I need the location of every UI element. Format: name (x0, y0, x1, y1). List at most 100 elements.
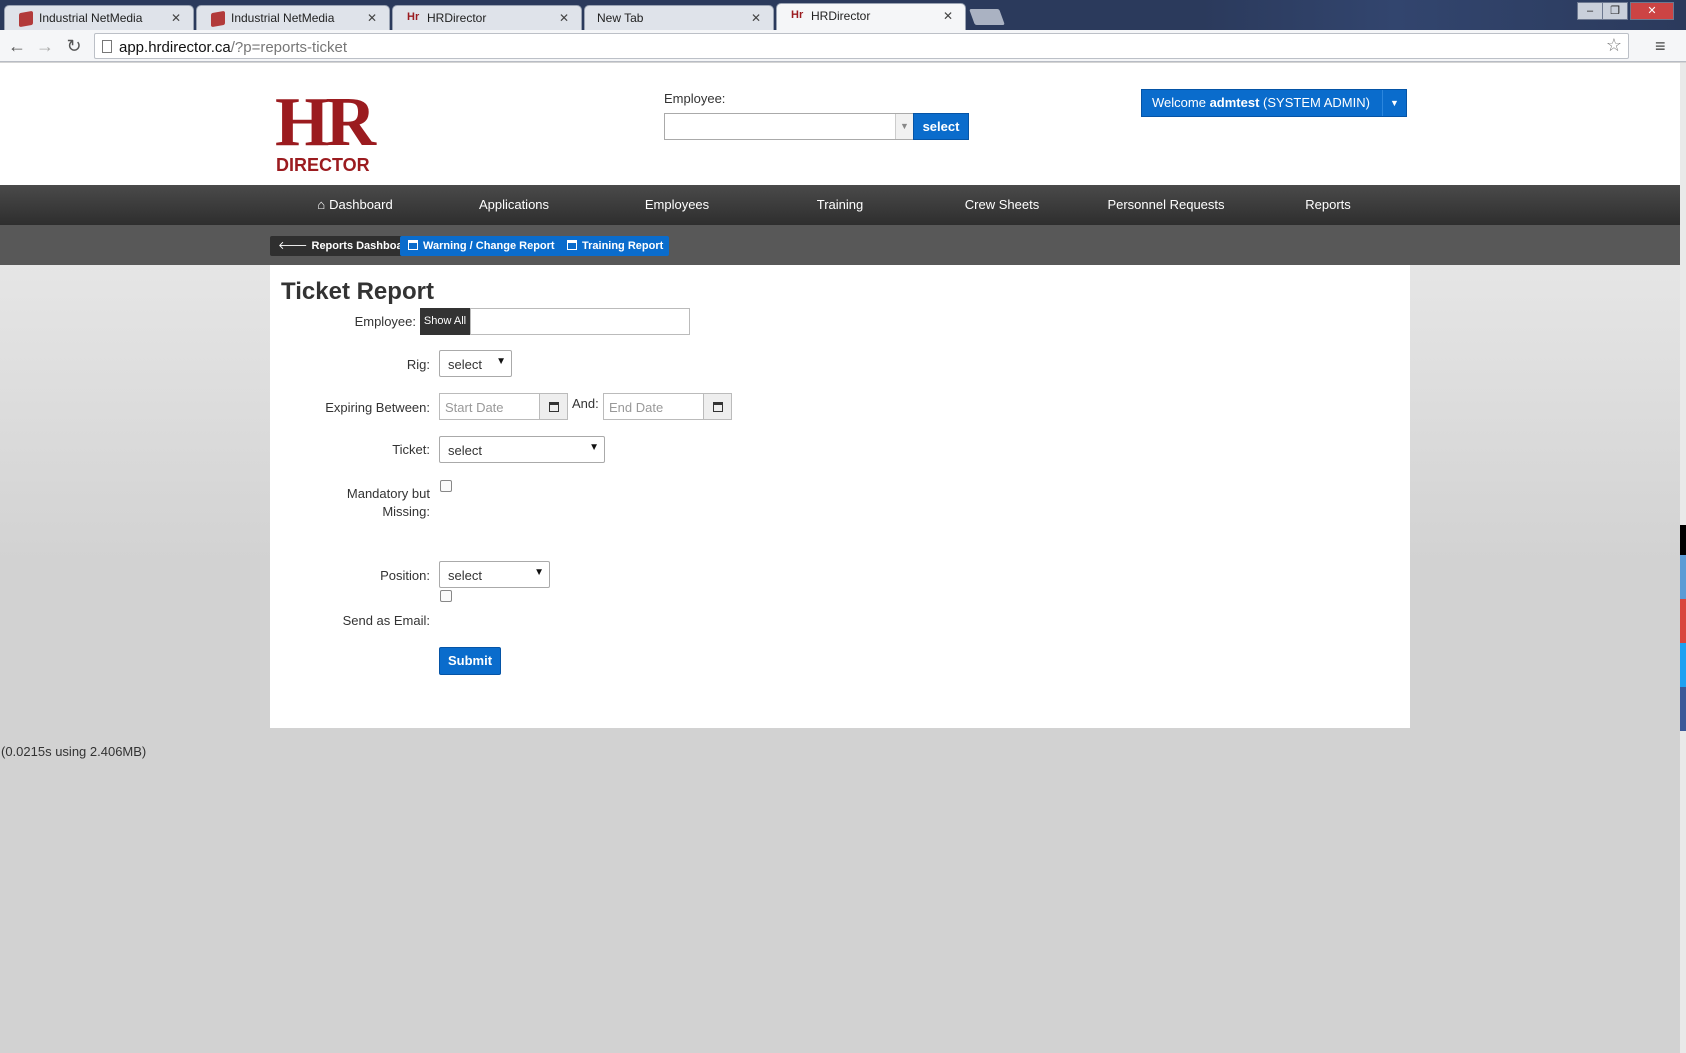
ticket-report-panel: Ticket Report Employee: Show All Rig: se… (270, 265, 1410, 728)
start-date-calendar-button[interactable] (539, 393, 568, 420)
button-label: Reports Dashboard (311, 240, 414, 252)
site-favicon-icon (211, 10, 225, 28)
new-tab-button[interactable] (969, 9, 1005, 25)
nav-employees[interactable]: Employees (625, 185, 729, 225)
calendar-icon (408, 240, 418, 250)
minimize-window-button[interactable]: – (1577, 2, 1603, 20)
page-timing-stats: (0.0215s using 2.406MB) (1, 744, 147, 759)
browser-tab-1[interactable]: Industrial NetMedia ✕ (4, 5, 194, 30)
caret-down-icon[interactable]: ▼ (1382, 90, 1406, 116)
nav-personnel-requests[interactable]: Personnel Requests (1100, 185, 1232, 225)
mandatory-missing-label-line1: Mandatory but (346, 486, 430, 501)
page-scrollbar[interactable] (1680, 63, 1686, 1053)
reports-subnav: 🡐 Reports Dashboard Warning / Change Repo… (0, 225, 1680, 265)
close-window-button[interactable]: ✕ (1630, 2, 1674, 20)
close-icon[interactable]: ✕ (751, 11, 761, 25)
tab-title: Industrial NetMedia (39, 11, 143, 25)
employee-search-input[interactable] (470, 308, 690, 335)
hr-favicon-icon: Hr (407, 11, 420, 23)
browser-toolbar: ← → ↻ app.hrdirector.ca/?p=reports-ticke… (0, 30, 1686, 62)
start-date-input[interactable]: Start Date (439, 393, 540, 420)
close-icon[interactable]: ✕ (559, 11, 569, 25)
mandatory-missing-label-line2: Missing: (382, 504, 430, 519)
and-label: And: (572, 396, 599, 411)
employee-label: Employee: (354, 314, 416, 329)
browser-tab-5-active[interactable]: Hr HRDirector ✕ (776, 3, 966, 30)
training-report-button[interactable]: Training Report (559, 236, 670, 256)
employee-select-button[interactable]: select (913, 113, 969, 140)
tab-title: HRDirector (427, 11, 487, 25)
submit-button[interactable]: Submit (439, 647, 501, 675)
tab-title: HRDirector (811, 9, 871, 23)
end-date-input[interactable]: End Date (603, 393, 704, 420)
rig-label: Rig: (406, 357, 430, 372)
scroll-marker (1680, 687, 1686, 731)
close-icon[interactable]: ✕ (367, 11, 377, 25)
hr-director-logo[interactable]: HR DIRECTOR (275, 84, 385, 180)
dropdown-arrow-icon: ▼ (589, 442, 599, 453)
tab-title: New Tab (597, 11, 644, 25)
scroll-marker (1680, 599, 1686, 643)
chevron-down-icon[interactable]: ▼ (895, 114, 913, 139)
page-icon (102, 40, 112, 53)
nav-crew-sheets[interactable]: Crew Sheets (950, 185, 1054, 225)
close-icon[interactable]: ✕ (171, 11, 181, 25)
close-icon[interactable]: ✕ (943, 9, 953, 23)
warning-change-report-button[interactable]: Warning / Change Report (400, 236, 561, 256)
browser-menu-icon[interactable]: ≡ (1655, 36, 1666, 57)
nav-applications[interactable]: Applications (460, 185, 568, 225)
scroll-marker (1680, 643, 1686, 687)
send-as-email-checkbox[interactable] (440, 590, 452, 602)
ticket-select-value: select (448, 443, 482, 458)
browser-tab-2[interactable]: Industrial NetMedia ✕ (196, 5, 390, 30)
dropdown-arrow-icon: ▼ (496, 356, 506, 367)
site-header: HR DIRECTOR Employee: ▼ select Welcome a… (0, 63, 1680, 185)
reload-icon[interactable]: ↻ (62, 34, 86, 58)
mandatory-missing-checkbox[interactable] (440, 480, 452, 492)
browser-tab-strip: Industrial NetMedia ✕ Industrial NetMedi… (0, 0, 1686, 30)
expiring-between-label: Expiring Between: (325, 400, 430, 415)
welcome-prefix: Welcome (1152, 95, 1210, 110)
tab-title: Industrial NetMedia (231, 11, 335, 25)
show-all-button[interactable]: Show All (420, 308, 470, 335)
reports-dashboard-button[interactable]: 🡐 Reports Dashboard (270, 236, 420, 256)
calendar-icon (549, 402, 559, 412)
back-arrow-icon[interactable]: ← (5, 34, 29, 58)
end-date-calendar-button[interactable] (703, 393, 732, 420)
forward-arrow-icon[interactable]: → (33, 34, 57, 58)
button-label: Training Report (582, 240, 664, 252)
scroll-marker (1680, 555, 1686, 599)
nav-training[interactable]: Training (790, 185, 890, 225)
page-viewport: HR DIRECTOR Employee: ▼ select Welcome a… (0, 63, 1680, 1053)
logo-letters: HR (275, 84, 376, 161)
welcome-user: admtest (1209, 95, 1260, 110)
rig-select[interactable]: select ▼ (439, 350, 512, 377)
page-title: Ticket Report (281, 278, 434, 305)
user-menu-button[interactable]: Welcome admtest (SYSTEM ADMIN) ▼ (1141, 89, 1407, 117)
home-icon: ⌂ (317, 197, 326, 212)
arrow-left-icon: 🡐 (278, 240, 308, 252)
send-as-email-label: Send as Email: (342, 613, 430, 628)
employee-combobox[interactable]: ▼ (664, 113, 914, 140)
url-path: /?p=reports-ticket (230, 39, 348, 56)
position-select[interactable]: select ▼ (439, 561, 550, 588)
button-label: Warning / Change Report (423, 240, 555, 252)
nav-reports[interactable]: Reports (1284, 185, 1372, 225)
position-label: Position: (380, 568, 430, 583)
browser-tab-3[interactable]: Hr HRDirector ✕ (392, 5, 582, 30)
bookmark-star-icon[interactable]: ☆ (1606, 35, 1622, 56)
dropdown-arrow-icon: ▼ (534, 567, 544, 578)
welcome-role: (SYSTEM ADMIN) (1259, 95, 1370, 110)
restore-window-button[interactable]: ❐ (1602, 2, 1628, 20)
main-nav: ⌂ Dashboard Applications Employees Traini… (0, 185, 1680, 225)
scrollbar-thumb[interactable] (1680, 525, 1686, 555)
nav-dashboard[interactable]: ⌂ Dashboard (300, 185, 410, 225)
hr-favicon-icon: Hr (791, 9, 804, 21)
browser-tab-4[interactable]: New Tab ✕ (584, 5, 774, 30)
ticket-select[interactable]: select ▼ (439, 436, 605, 463)
nav-label: Dashboard (329, 197, 393, 212)
calendar-icon (567, 240, 577, 250)
logo-word: DIRECTOR (276, 155, 370, 175)
ticket-label: Ticket: (392, 442, 430, 457)
address-bar[interactable]: app.hrdirector.ca/?p=reports-ticket ☆ (94, 33, 1629, 59)
